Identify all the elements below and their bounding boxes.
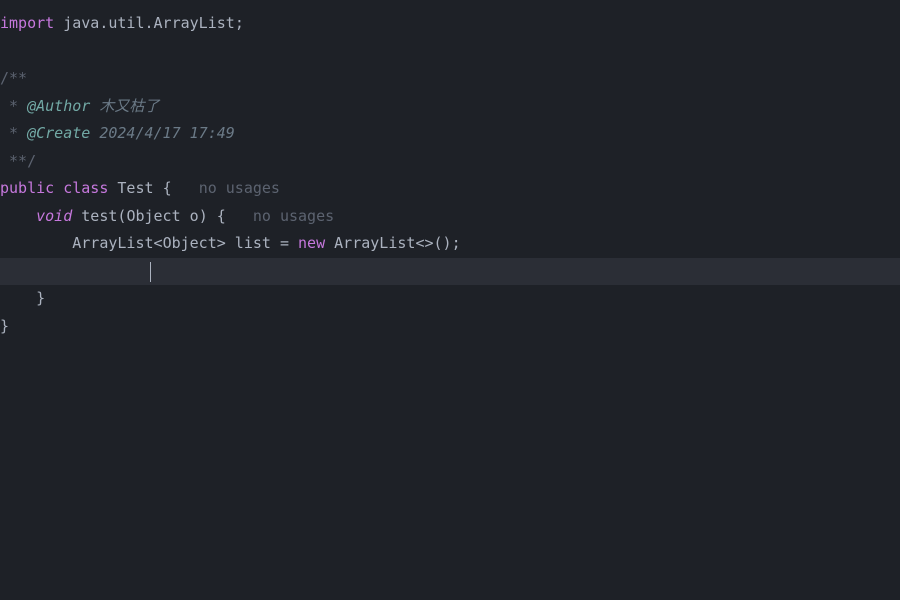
javadoc-open: /** — [0, 69, 27, 87]
javadoc-star: * — [0, 97, 27, 115]
keyword-new: new — [298, 234, 325, 252]
open-brace: { — [163, 179, 172, 197]
generic-type: Object — [163, 234, 217, 252]
text-cursor — [150, 262, 151, 282]
type-arraylist: ArrayList — [72, 234, 153, 252]
code-line[interactable]: } — [0, 313, 900, 341]
assign: = — [280, 234, 298, 252]
class-name: Test — [108, 179, 162, 197]
close-brace: } — [0, 289, 45, 307]
code-line[interactable]: * @Create 2024/4/17 17:49 — [0, 120, 900, 148]
indent — [0, 207, 36, 225]
variable-name: list — [226, 234, 280, 252]
keyword-public: public — [0, 179, 54, 197]
code-line[interactable]: * @Author 木又枯了 — [0, 93, 900, 121]
ctor-name: ArrayList — [325, 234, 415, 252]
code-line[interactable]: public class Test { no usages — [0, 175, 900, 203]
javadoc-create-value: 2024/4/17 17:49 — [90, 124, 235, 142]
param-name: o — [181, 207, 199, 225]
keyword-void: void — [36, 207, 72, 225]
code-line[interactable]: ArrayList<Object> list = new ArrayList<>… — [0, 230, 900, 258]
diamond: <> — [415, 234, 433, 252]
method-name: test — [72, 207, 117, 225]
close-brace: } — [0, 317, 9, 335]
semicolon: ; — [235, 14, 244, 32]
code-editor[interactable]: import java.util.ArrayList; /** * @Autho… — [0, 0, 900, 600]
usages-hint[interactable]: no usages — [253, 207, 334, 225]
usages-hint[interactable]: no usages — [199, 179, 280, 197]
code-line[interactable]: import java.util.ArrayList; — [0, 10, 900, 38]
javadoc-author-value: 木又枯了 — [90, 97, 159, 115]
semicolon: ; — [452, 234, 461, 252]
javadoc-tag-author: @Author — [27, 97, 90, 115]
spacer — [172, 179, 199, 197]
generic-close: > — [217, 234, 226, 252]
code-line-active[interactable] — [0, 258, 900, 286]
spacer — [226, 207, 253, 225]
code-line[interactable] — [0, 38, 900, 66]
import-package: java.util.ArrayList — [54, 14, 235, 32]
keyword-class: class — [54, 179, 108, 197]
call-parens: () — [434, 234, 452, 252]
javadoc-star: * — [0, 124, 27, 142]
javadoc-tag-create: @Create — [27, 124, 90, 142]
generic-open: < — [154, 234, 163, 252]
indent — [0, 234, 72, 252]
code-line[interactable]: /** — [0, 65, 900, 93]
code-line[interactable]: void test(Object o) { no usages — [0, 203, 900, 231]
param-type: Object — [126, 207, 180, 225]
code-line[interactable]: } — [0, 285, 900, 313]
javadoc-close: **/ — [0, 152, 36, 170]
paren-close: ) — [199, 207, 217, 225]
open-brace: { — [217, 207, 226, 225]
keyword-import: import — [0, 14, 54, 32]
code-line[interactable]: **/ — [0, 148, 900, 176]
